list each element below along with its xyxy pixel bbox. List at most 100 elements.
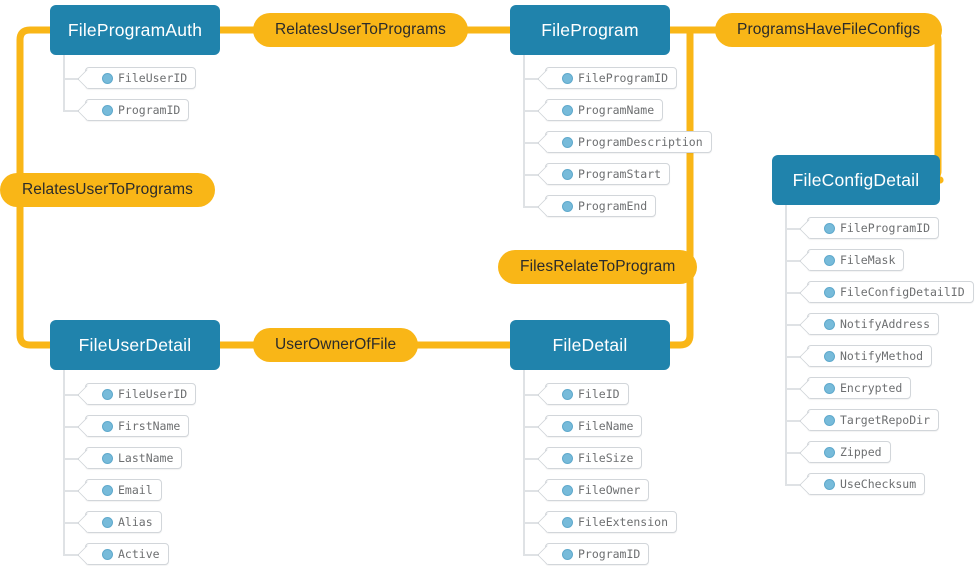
attribute-chip[interactable]: Active: [85, 543, 169, 565]
relationship-label: UserOwnerOfFile: [275, 336, 397, 353]
attribute-dot-icon: [102, 452, 113, 464]
attribute-chip[interactable]: Email: [85, 479, 162, 501]
attribute-label: ProgramDescription: [578, 135, 703, 149]
attribute-chip[interactable]: FileOwner: [545, 479, 650, 501]
tree-spine-fileprogramauth: [63, 55, 65, 110]
entity-filedetail[interactable]: FileDetail: [510, 320, 670, 370]
attribute-dot-icon: [562, 420, 573, 432]
tree-spine-fileuserdetail: [63, 370, 65, 555]
attribute-chip[interactable]: FileUserID: [85, 67, 197, 89]
attribute-dot-icon: [102, 516, 113, 528]
attribute-label: FileUserID: [118, 71, 188, 85]
attribute-chip[interactable]: FileProgramID: [545, 67, 678, 89]
relationship-relatesusertoprograms-left[interactable]: RelatesUserToPrograms: [0, 173, 215, 207]
attribute-label: Encrypted: [840, 381, 903, 395]
entity-fileprogramauth[interactable]: FileProgramAuth: [50, 5, 220, 55]
attribute-label: Email: [118, 483, 153, 497]
attribute-chip[interactable]: FileID: [545, 383, 629, 405]
attribute-dot-icon: [102, 548, 113, 560]
attribute-dot-icon: [824, 446, 835, 458]
attribute-label: Zipped: [840, 445, 882, 459]
attribute-dot-icon: [562, 484, 573, 496]
attribute-dot-icon: [102, 420, 113, 432]
attribute-dot-icon: [562, 516, 573, 528]
entity-title: FileProgramAuth: [67, 19, 203, 40]
attribute-label: ProgramID: [578, 547, 641, 561]
entity-fileconfigdetail[interactable]: FileConfigDetail: [772, 155, 940, 205]
attribute-dot-icon: [824, 478, 835, 490]
attribute-label: FileOwner: [578, 483, 641, 497]
attribute-chip[interactable]: FileConfigDetailID: [807, 281, 974, 303]
attribute-chip[interactable]: NotifyMethod: [807, 345, 933, 367]
attribute-chip[interactable]: ProgramStart: [545, 163, 671, 185]
attribute-label: FileMask: [840, 253, 896, 267]
attribute-label: LastName: [118, 451, 174, 465]
attribute-dot-icon: [562, 548, 573, 560]
attribute-chip[interactable]: TargetRepoDir: [807, 409, 940, 431]
attribute-label: ProgramStart: [578, 167, 662, 181]
attribute-chip[interactable]: UseChecksum: [807, 473, 926, 495]
tree-spine-fileconfigdetail: [785, 205, 787, 486]
attribute-dot-icon: [562, 168, 573, 180]
attribute-label: FileConfigDetailID: [840, 285, 965, 299]
attribute-chip[interactable]: FileExtension: [545, 511, 678, 533]
attribute-chip[interactable]: ProgramID: [85, 99, 190, 121]
attribute-chip[interactable]: FileName: [545, 415, 643, 437]
attribute-dot-icon: [562, 452, 573, 464]
attribute-label: FileID: [578, 387, 620, 401]
attribute-dot-icon: [562, 104, 573, 116]
attribute-dot-icon: [824, 414, 835, 426]
attribute-chip[interactable]: FileUserID: [85, 383, 197, 405]
relationship-relatesusertoprograms-top[interactable]: RelatesUserToPrograms: [253, 13, 468, 47]
attribute-chip[interactable]: Zipped: [807, 441, 891, 463]
attribute-label: ProgramEnd: [578, 199, 648, 213]
attribute-dot-icon: [824, 382, 835, 394]
attribute-dot-icon: [824, 254, 835, 266]
attribute-dot-icon: [102, 72, 113, 84]
attribute-label: Active: [118, 547, 160, 561]
attribute-label: FileName: [578, 419, 634, 433]
attribute-label: TargetRepoDir: [840, 413, 931, 427]
attribute-label: FileSize: [578, 451, 634, 465]
entity-title: FileUserDetail: [78, 334, 192, 355]
attribute-dot-icon: [562, 200, 573, 212]
entity-title: FileConfigDetail: [792, 169, 920, 190]
attribute-label: FileExtension: [578, 515, 669, 529]
relationship-userownerooffile[interactable]: UserOwnerOfFile: [253, 328, 419, 362]
attribute-chip[interactable]: NotifyAddress: [807, 313, 940, 335]
attribute-chip[interactable]: ProgramDescription: [545, 131, 712, 153]
attribute-dot-icon: [102, 484, 113, 496]
attribute-chip[interactable]: FirstName: [85, 415, 190, 437]
entity-fileprogram[interactable]: FileProgram: [510, 5, 670, 55]
attribute-chip[interactable]: ProgramEnd: [545, 195, 657, 217]
attribute-dot-icon: [562, 136, 573, 148]
attribute-dot-icon: [824, 350, 835, 362]
relationship-label: RelatesUserToPrograms: [22, 181, 193, 198]
relationship-label: RelatesUserToPrograms: [275, 21, 446, 38]
attribute-chip[interactable]: LastName: [85, 447, 183, 469]
attribute-chip[interactable]: FileProgramID: [807, 217, 940, 239]
relationship-programshavefileconfigs[interactable]: ProgramsHaveFileConfigs: [715, 13, 943, 47]
attribute-dot-icon: [562, 72, 573, 84]
attribute-label: ProgramID: [118, 103, 181, 117]
attribute-dot-icon: [824, 318, 835, 330]
er-diagram-canvas: FileProgramAuth FileProgram FileConfigDe…: [0, 0, 975, 566]
attribute-chip[interactable]: ProgramID: [545, 543, 650, 565]
attribute-chip[interactable]: Encrypted: [807, 377, 912, 399]
attribute-label: FileUserID: [118, 387, 188, 401]
attribute-label: ProgramName: [578, 103, 655, 117]
attribute-chip[interactable]: FileSize: [545, 447, 643, 469]
relationship-filesrelatetoprogram[interactable]: FilesRelateToProgram: [498, 250, 698, 284]
attribute-label: FileProgramID: [840, 221, 931, 235]
attribute-chip[interactable]: ProgramName: [545, 99, 664, 121]
relationship-label: FilesRelateToProgram: [520, 258, 676, 275]
attribute-dot-icon: [102, 104, 113, 116]
attribute-chip[interactable]: Alias: [85, 511, 162, 533]
attribute-label: FirstName: [118, 419, 181, 433]
attribute-chip[interactable]: FileMask: [807, 249, 905, 271]
attribute-dot-icon: [562, 388, 573, 400]
attribute-dot-icon: [824, 286, 835, 298]
entity-fileuserdetail[interactable]: FileUserDetail: [50, 320, 220, 370]
attribute-label: UseChecksum: [840, 477, 917, 491]
attribute-label: NotifyMethod: [840, 349, 924, 363]
